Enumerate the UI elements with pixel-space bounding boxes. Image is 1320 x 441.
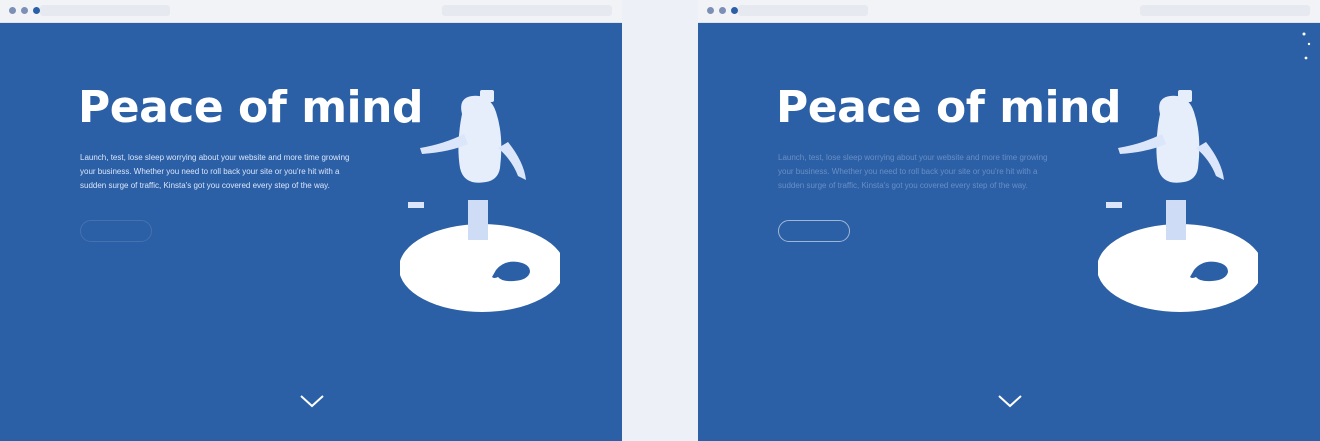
sparkle-decoration — [1302, 32, 1311, 60]
browser-toolbar — [442, 5, 612, 16]
hero-description: Launch, test, lose sleep worrying about … — [80, 153, 350, 190]
chevron-down-icon[interactable] — [996, 392, 1024, 410]
close-dot[interactable] — [707, 7, 714, 14]
person-hat — [480, 90, 494, 102]
close-dot[interactable] — [9, 7, 16, 14]
person-feet — [408, 202, 424, 208]
hero-title: Peace of mind — [776, 82, 1121, 133]
address-bar[interactable] — [738, 5, 868, 16]
maximize-dot[interactable] — [731, 7, 738, 14]
browser-chrome — [0, 0, 622, 23]
browser-chrome — [698, 0, 1320, 23]
minimize-dot[interactable] — [21, 7, 28, 14]
hero-cta-button[interactable] — [80, 220, 152, 242]
meditating-person-illustration — [400, 90, 560, 312]
browser-toolbar — [1140, 5, 1310, 16]
browser-window-right: Peace of mind Launch, test, lose sleep w… — [698, 0, 1320, 441]
address-bar[interactable] — [40, 5, 170, 16]
meditating-person-illustration — [1098, 90, 1258, 312]
browser-window-left: Peace of mind Launch, test, lose sleep w… — [0, 0, 622, 441]
maximize-dot[interactable] — [33, 7, 40, 14]
person-arm-right — [498, 142, 526, 180]
person-feet — [1106, 202, 1122, 208]
window-controls — [707, 7, 738, 14]
person-legs — [1166, 200, 1186, 240]
person-arm-right — [1196, 142, 1224, 180]
person-legs — [468, 200, 488, 240]
hero-cta-button[interactable] — [778, 220, 850, 242]
person-hat — [1178, 90, 1192, 102]
window-controls — [9, 7, 40, 14]
minimize-dot[interactable] — [719, 7, 726, 14]
hero-title: Peace of mind — [78, 82, 423, 133]
hero-description: Launch, test, lose sleep worrying about … — [778, 153, 1048, 190]
chevron-down-icon[interactable] — [298, 392, 326, 410]
